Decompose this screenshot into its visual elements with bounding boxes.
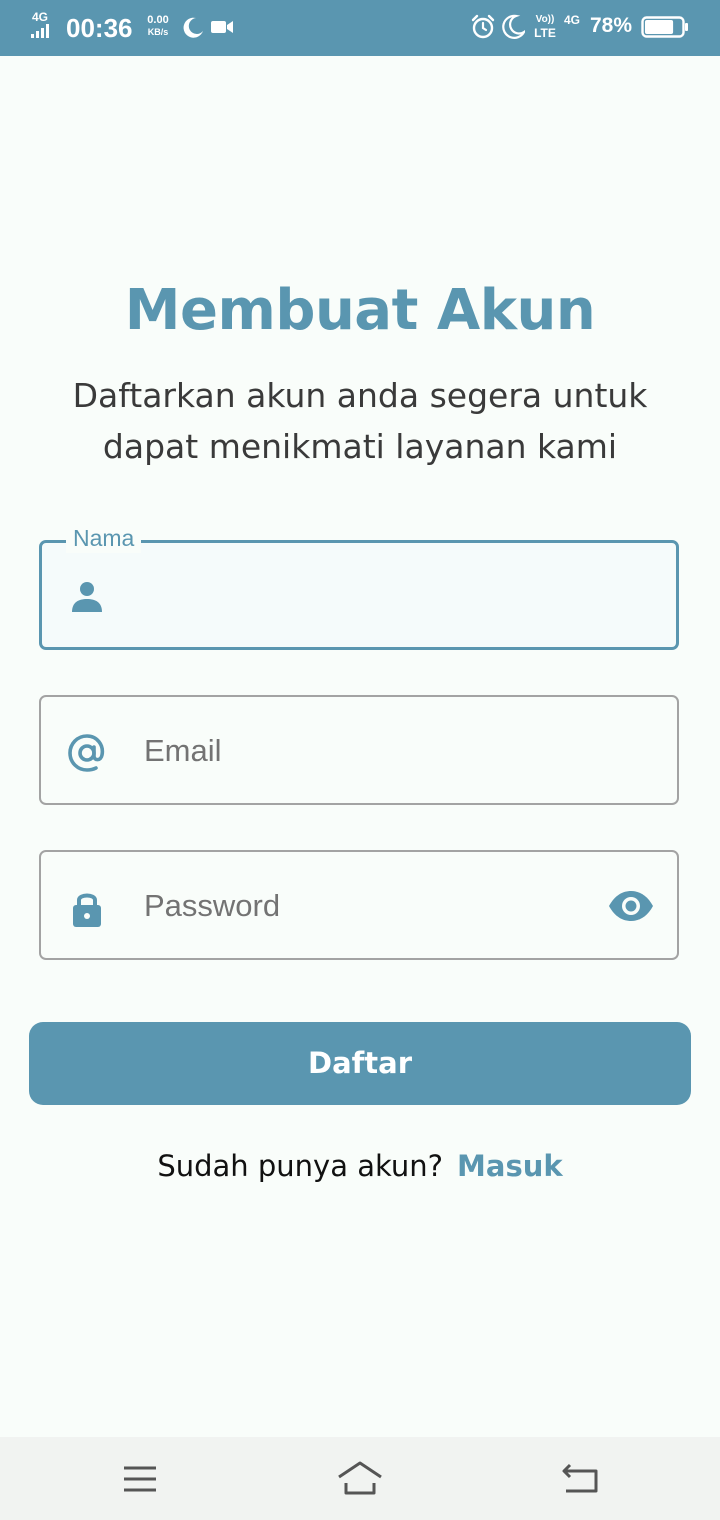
- name-field-label: Nama: [66, 523, 142, 553]
- page-subtitle: Daftarkan akun anda segera untuk dapat m…: [72, 376, 648, 466]
- volte-top: Vo)): [535, 14, 555, 25]
- back-icon[interactable]: [558, 1459, 602, 1499]
- network-speed: 0.00 KB/s: [143, 14, 173, 38]
- register-button[interactable]: Daftar: [29, 1022, 691, 1105]
- email-placeholder: Email: [144, 733, 222, 768]
- speed-unit: KB/s: [147, 27, 169, 37]
- person-icon: [72, 582, 102, 612]
- moon-icon: [502, 14, 525, 39]
- email-field[interactable]: Email: [39, 695, 679, 805]
- login-prompt: Sudah punya akun? Masuk: [0, 1145, 720, 1187]
- volte-indicator: Vo)) LTE: [531, 14, 559, 40]
- home-icon[interactable]: [336, 1459, 384, 1499]
- password-field[interactable]: Password: [39, 850, 679, 960]
- signal-icon: 4G: [30, 10, 60, 42]
- page-title: Membuat Akun: [124, 278, 596, 343]
- eye-icon[interactable]: [607, 886, 655, 926]
- network-type-right: 4G: [564, 13, 581, 27]
- volte-bottom: LTE: [534, 26, 556, 40]
- battery-icon: [641, 16, 688, 38]
- speed-value: 0.00: [147, 14, 169, 26]
- alarm-icon: [471, 14, 495, 39]
- battery-percent: 78%: [590, 14, 633, 37]
- moon-icon: [183, 17, 203, 38]
- at-icon: [68, 734, 105, 772]
- video-camera-icon: [211, 21, 233, 33]
- name-field[interactable]: Nama: [39, 523, 679, 650]
- login-link[interactable]: Masuk: [457, 1149, 563, 1183]
- status-bar: 4G 00:36 0.00 KB/s Vo)) LTE 4G 78%: [0, 0, 720, 56]
- login-question: Sudah punya akun?: [157, 1149, 444, 1183]
- status-time: 00:36: [66, 13, 133, 43]
- menu-icon[interactable]: [118, 1459, 162, 1499]
- lock-icon: [73, 893, 101, 927]
- system-nav-bar: [0, 1437, 720, 1520]
- password-placeholder: Password: [144, 888, 281, 923]
